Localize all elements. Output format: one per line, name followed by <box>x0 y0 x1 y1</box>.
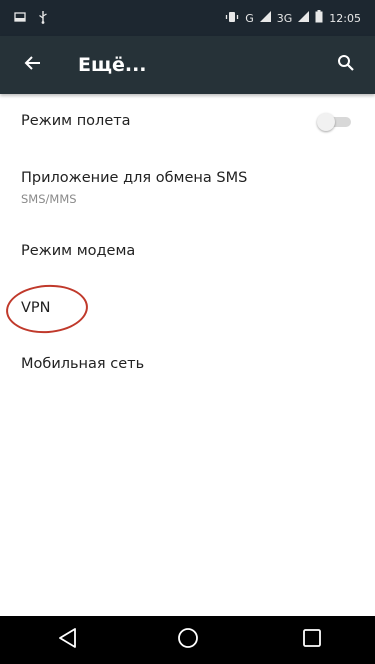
clock-text: 12:05 <box>329 11 361 25</box>
status-right-icons: G 3G 12:05 <box>225 10 361 26</box>
list-item-modem-mode[interactable]: Режим модема <box>0 221 375 283</box>
search-icon <box>337 54 355 76</box>
status-bar: G 3G 12:05 <box>0 0 375 36</box>
status-left-icons <box>14 10 48 27</box>
list-item-mobile-network[interactable]: Мобильная сеть <box>0 335 375 395</box>
back-button[interactable] <box>18 50 48 80</box>
battery-icon <box>315 10 323 26</box>
app-bar: Ещё... <box>0 36 375 94</box>
nav-back-button[interactable] <box>48 624 88 656</box>
modem-mode-label: Режим модема <box>21 243 136 259</box>
page-title: Ещё... <box>78 54 147 76</box>
signal-icon-2 <box>298 11 310 25</box>
list-item-vpn[interactable]: VPN <box>0 283 375 335</box>
usb-icon <box>38 10 48 27</box>
triangle-back-icon <box>58 627 78 653</box>
search-button[interactable] <box>331 50 361 80</box>
airplane-mode-label: Режим полета <box>21 113 131 129</box>
settings-screen: G 3G 12:05 Ещё... Режим полета Приложени… <box>0 0 375 664</box>
arrow-left-icon <box>23 53 43 77</box>
network-type-label-2: 3G <box>276 11 293 25</box>
list-item-airplane-mode[interactable]: Режим полета <box>0 94 375 149</box>
vibrate-icon <box>225 11 239 26</box>
nav-home-button[interactable] <box>168 624 208 656</box>
square-recents-icon <box>302 628 322 652</box>
list-item-sms-app[interactable]: Приложение для обмена SMS SMS/MMS <box>0 149 375 221</box>
vpn-label: VPN <box>21 300 51 316</box>
nav-recents-button[interactable] <box>292 624 332 656</box>
signal-icon <box>259 11 271 25</box>
sms-app-subtitle: SMS/MMS <box>21 192 77 206</box>
circle-home-icon <box>177 627 199 653</box>
navigation-bar <box>0 616 375 664</box>
network-type-label: G <box>245 11 254 25</box>
mobile-network-label: Мобильная сеть <box>21 356 145 372</box>
screenshot-notification-icon <box>14 11 26 26</box>
airplane-mode-toggle[interactable] <box>317 111 353 131</box>
toggle-thumb <box>317 113 335 131</box>
sms-app-label: Приложение для обмена SMS <box>21 170 248 186</box>
